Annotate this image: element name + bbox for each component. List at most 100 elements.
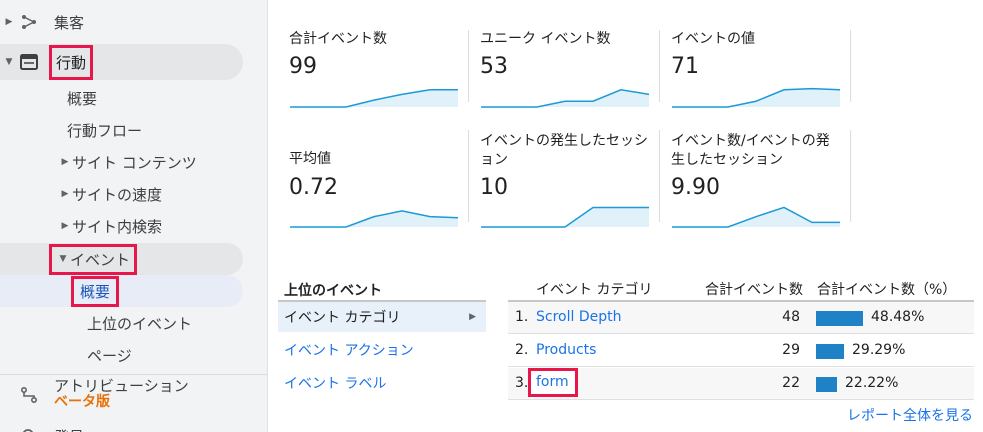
metric-card[interactable]: 合計イベント数 99 bbox=[289, 30, 469, 108]
sidebar-item-pages[interactable]: ページ bbox=[0, 339, 260, 371]
metric-label: ユニーク イベント数 bbox=[480, 31, 611, 47]
column-header-total[interactable]: 合計イベント数 bbox=[705, 279, 803, 299]
top-events-heading: 上位のイベント bbox=[284, 283, 382, 299]
sidebar-item-attribution[interactable]: アトリビューション ベータ版 bbox=[0, 378, 260, 412]
full-report-link[interactable]: レポート全体を見る bbox=[847, 405, 973, 425]
sidebar-item-events-overview[interactable]: 概要 bbox=[0, 275, 243, 307]
sidebar-item-label: アトリビューション bbox=[54, 377, 189, 395]
sidebar-item-top-events[interactable]: 上位のイベント bbox=[0, 307, 260, 339]
metric-value: 10 bbox=[480, 175, 508, 200]
metric-card[interactable]: 平均値 0.72 bbox=[289, 150, 469, 228]
divider bbox=[850, 30, 851, 102]
divider bbox=[468, 30, 469, 102]
sidebar-item-behavior[interactable]: ▼ 行動 bbox=[0, 44, 243, 80]
row-index: 2. bbox=[515, 342, 529, 358]
nav-label: イベント ラベル bbox=[284, 376, 387, 392]
sidebar-item-label: 集客 bbox=[54, 13, 85, 32]
sidebar-item-label: 上位のイベント bbox=[87, 314, 193, 333]
metric-label: イベントの値 bbox=[671, 31, 755, 47]
row-percent: 48.48% bbox=[871, 309, 925, 325]
attribution-icon bbox=[20, 386, 38, 404]
row-total: 48 bbox=[782, 309, 800, 325]
sidebar-item-label: 概要 bbox=[67, 89, 98, 108]
row-total: 22 bbox=[782, 375, 800, 391]
sidebar-item-label: 発見 bbox=[54, 426, 84, 432]
discover-icon bbox=[22, 429, 34, 432]
divider bbox=[659, 130, 660, 222]
sidebar-item-behavior-flow[interactable]: 行動フロー bbox=[0, 114, 260, 146]
sparkline bbox=[672, 206, 840, 228]
sidebar-item-label: 概要 bbox=[70, 275, 120, 307]
acquisition-icon bbox=[22, 15, 36, 29]
beta-badge: ベータ版 bbox=[54, 394, 110, 410]
sparkline bbox=[290, 210, 459, 228]
sidebar-item-label: 行動 bbox=[48, 44, 94, 80]
chevron-down-icon: ▼ bbox=[5, 57, 13, 67]
sparkline-area bbox=[290, 210, 458, 227]
sidebar-item-acquisition[interactable]: ▶ 集客 bbox=[0, 6, 260, 38]
metric-label: 平均値 bbox=[289, 151, 331, 167]
chevron-right-icon: ▶ bbox=[61, 157, 69, 167]
column-header-percent[interactable]: 合計イベント数（%） bbox=[817, 279, 956, 299]
events-highlight: ▼ イベント bbox=[48, 243, 138, 275]
row-index: 3. bbox=[515, 375, 529, 391]
row-category-link[interactable]: Scroll Depth bbox=[536, 309, 621, 325]
metric-value: 9.90 bbox=[671, 175, 720, 200]
sidebar-item-label: サイト内検索 bbox=[72, 217, 163, 236]
row-percent: 29.29% bbox=[852, 342, 906, 358]
sparkline bbox=[481, 88, 650, 108]
table-row: 1. Scroll Depth 48 48.48% bbox=[508, 302, 974, 334]
nav-label: イベント アクション bbox=[284, 343, 414, 359]
chevron-right-icon: ▶ bbox=[469, 312, 476, 322]
sparkline bbox=[481, 206, 649, 228]
sparkline-area bbox=[481, 207, 649, 227]
sidebar-item-label: ページ bbox=[87, 346, 132, 365]
nav-label: イベント カテゴリ bbox=[284, 310, 401, 326]
sidebar-item-site-speed[interactable]: ▶ サイトの速度 bbox=[0, 178, 260, 210]
metric-card[interactable]: イベント数/イベントの発生したセッション 9.90 bbox=[671, 132, 843, 228]
metric-value: 99 bbox=[289, 54, 317, 79]
sparkline bbox=[672, 87, 841, 108]
top-events-nav-label[interactable]: イベント ラベル bbox=[278, 368, 486, 398]
top-events-nav-action[interactable]: イベント アクション bbox=[278, 335, 486, 365]
behavior-icon bbox=[20, 54, 38, 70]
sparkline-area bbox=[481, 89, 649, 107]
sparkline bbox=[290, 89, 458, 108]
sidebar-item-label: 行動フロー bbox=[67, 121, 143, 140]
sidebar-item-discover[interactable]: 発見 bbox=[0, 420, 260, 432]
column-header-category[interactable]: イベント カテゴリ bbox=[536, 279, 652, 299]
chevron-down-icon: ▼ bbox=[59, 254, 67, 264]
sidebar-item-site-content[interactable]: ▶ サイト コンテンツ bbox=[0, 146, 260, 178]
divider bbox=[659, 30, 660, 102]
sidebar-divider bbox=[0, 374, 267, 375]
table-row: 2. Products 29 29.29% bbox=[508, 335, 974, 367]
metric-value: 71 bbox=[671, 54, 699, 79]
sidebar-item-label: イベント bbox=[70, 250, 131, 269]
metric-label: 合計イベント数 bbox=[289, 31, 387, 47]
row-category-link[interactable]: form bbox=[528, 368, 578, 397]
row-percent-bar bbox=[816, 377, 837, 392]
row-percent-bar bbox=[816, 344, 844, 359]
row-category-link[interactable]: Products bbox=[536, 342, 596, 358]
row-percent-bar bbox=[816, 311, 863, 326]
sidebar: ▶ 集客 ▼ 行動 概要 行動フロー ▶ サイト コンテンツ ▶ サイトの速度 … bbox=[0, 0, 268, 432]
metric-card[interactable]: イベントの発生したセッション 10 bbox=[480, 132, 658, 228]
chevron-right-icon: ▶ bbox=[5, 17, 13, 27]
sidebar-item-overview[interactable]: 概要 bbox=[0, 82, 260, 114]
sparkline-area bbox=[672, 88, 840, 107]
divider bbox=[468, 130, 469, 222]
metric-value: 0.72 bbox=[289, 175, 338, 200]
metric-label: イベントの発生したセッション bbox=[480, 133, 648, 168]
row-index: 1. bbox=[515, 309, 529, 325]
table-row: 3. form 22 22.22% bbox=[508, 368, 974, 400]
sidebar-item-site-search[interactable]: ▶ サイト内検索 bbox=[0, 210, 260, 242]
metric-card[interactable]: ユニーク イベント数 53 bbox=[480, 30, 660, 108]
chevron-right-icon: ▶ bbox=[61, 189, 69, 199]
metric-card[interactable]: イベントの値 71 bbox=[671, 30, 851, 108]
divider bbox=[850, 130, 851, 222]
sidebar-item-label: サイトの速度 bbox=[72, 185, 163, 204]
chevron-right-icon: ▶ bbox=[61, 221, 69, 231]
top-events-nav-category[interactable]: イベント カテゴリ ▶ bbox=[278, 302, 486, 332]
sidebar-item-events[interactable]: ▼ イベント bbox=[0, 243, 243, 275]
sparkline-area bbox=[290, 89, 458, 107]
